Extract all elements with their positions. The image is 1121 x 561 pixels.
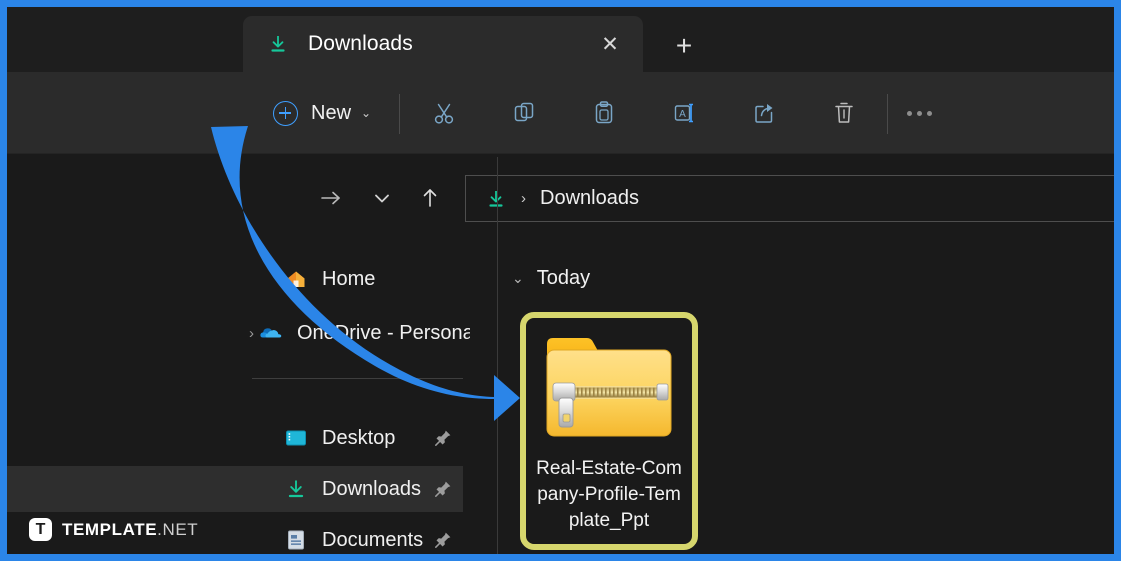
explorer-body: › Home › bbox=[7, 157, 1114, 554]
arrow-up-icon bbox=[423, 189, 437, 207]
close-icon[interactable]: ✕ bbox=[595, 29, 625, 59]
expander-icon[interactable]: › bbox=[249, 325, 254, 342]
paste-button[interactable] bbox=[581, 90, 627, 136]
download-icon bbox=[485, 188, 507, 210]
delete-button[interactable] bbox=[821, 90, 867, 136]
group-header-today[interactable]: ⌄ Today bbox=[512, 267, 590, 290]
dot bbox=[926, 110, 932, 116]
sidebar-item-home[interactable]: › Home bbox=[7, 256, 463, 302]
group-header-label: Today bbox=[536, 267, 591, 289]
zip-folder-icon bbox=[539, 324, 679, 446]
pin-icon[interactable] bbox=[433, 530, 453, 550]
breadcrumb-separator: › bbox=[521, 190, 526, 207]
new-tab-button[interactable]: + bbox=[667, 29, 701, 63]
copy-icon bbox=[514, 102, 534, 122]
breadcrumb-downloads[interactable]: Downloads bbox=[540, 187, 639, 210]
navigation-pane: › Home › bbox=[7, 244, 470, 554]
toolbar-separator bbox=[887, 94, 888, 134]
scissors-icon bbox=[434, 103, 454, 124]
address-bar-row: › Downloads bbox=[7, 154, 1114, 244]
sidebar-item-label: Home bbox=[322, 267, 376, 290]
watermark-tld: .NET bbox=[157, 519, 199, 539]
share-button[interactable] bbox=[741, 90, 787, 136]
template-logo-icon: T bbox=[29, 518, 52, 541]
share-icon bbox=[755, 104, 773, 123]
sidebar-item-label: Desktop bbox=[322, 426, 396, 449]
sidebar-item-label: Documents bbox=[322, 528, 424, 551]
desktop-icon bbox=[283, 425, 309, 451]
recent-locations-button[interactable] bbox=[360, 176, 404, 220]
tab-strip: Downloads ✕ + bbox=[7, 7, 1114, 72]
download-icon bbox=[283, 476, 309, 502]
onedrive-icon bbox=[258, 320, 284, 346]
svg-text:A: A bbox=[679, 109, 686, 120]
clipboard-icon bbox=[595, 101, 613, 124]
watermark-name: TEMPLATE bbox=[62, 519, 158, 539]
sidebar-item-desktop[interactable]: › Desktop bbox=[7, 415, 463, 461]
chevron-down-icon bbox=[375, 194, 389, 203]
sidebar-item-onedrive[interactable]: › OneDrive - Personal bbox=[7, 310, 470, 356]
forward-button[interactable] bbox=[309, 176, 353, 220]
sidebar-divider bbox=[252, 378, 463, 379]
trash-icon bbox=[835, 102, 853, 123]
plus-circle-icon bbox=[273, 100, 298, 126]
copy-button[interactable] bbox=[501, 90, 547, 136]
file-explorer-window: Downloads ✕ + New ⌄ A › Downloads Home ›… bbox=[7, 7, 1114, 554]
cut-button[interactable] bbox=[421, 90, 467, 136]
up-button[interactable] bbox=[408, 176, 452, 220]
new-button-label: New bbox=[311, 101, 352, 124]
command-bar: New ⌄ A bbox=[7, 72, 1114, 154]
pin-icon[interactable] bbox=[433, 428, 453, 448]
dot bbox=[916, 110, 922, 116]
file-name-label: Real-Estate-Company-Profile-Template_Ppt bbox=[536, 458, 682, 531]
chevron-down-icon[interactable]: ⌄ bbox=[512, 270, 524, 287]
tab-label: Downloads bbox=[308, 32, 413, 55]
file-item-zip[interactable]: Real-Estate-Company-Profile-Template_Ppt bbox=[520, 312, 698, 550]
sidebar-item-label: OneDrive - Personal bbox=[297, 321, 470, 344]
screenshot-root: Downloads ✕ + New ⌄ A › Downloads Home ›… bbox=[0, 0, 1121, 561]
template-net-watermark: T TEMPLATE .NET bbox=[29, 518, 198, 541]
more-options-button[interactable] bbox=[896, 90, 942, 136]
sidebar-item-downloads[interactable]: › Downloads bbox=[7, 466, 463, 512]
new-button[interactable]: New ⌄ bbox=[263, 90, 381, 136]
documents-icon bbox=[283, 527, 309, 553]
file-list-pane: ⌄ Today Real-Estate-Company-Profile-Temp… bbox=[498, 244, 1114, 554]
chevron-down-icon: ⌄ bbox=[361, 106, 372, 120]
arrow-right-icon bbox=[321, 191, 340, 205]
dot bbox=[906, 110, 912, 116]
pin-icon[interactable] bbox=[433, 479, 453, 499]
address-bar[interactable]: › Downloads bbox=[465, 175, 1114, 222]
rename-button[interactable]: A bbox=[661, 90, 707, 136]
toolbar-separator bbox=[399, 94, 400, 134]
tab-downloads[interactable]: Downloads ✕ bbox=[243, 16, 643, 72]
sidebar-item-label: Downloads bbox=[322, 477, 421, 500]
home-icon bbox=[283, 266, 309, 292]
rename-icon: A bbox=[674, 103, 693, 123]
download-icon bbox=[267, 33, 289, 55]
